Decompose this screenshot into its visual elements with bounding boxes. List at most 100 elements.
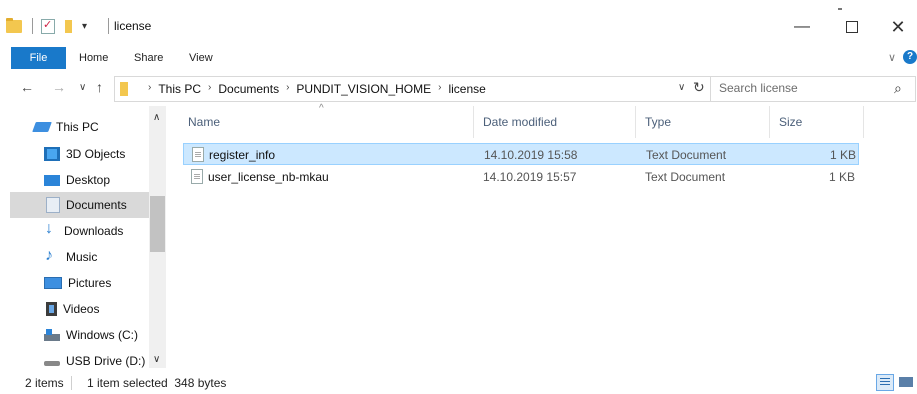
quick-access-toolbar: ▾: [6, 17, 95, 34]
scroll-up-icon[interactable]: ∧: [153, 112, 160, 123]
close-button[interactable]: ✕: [878, 14, 917, 40]
tab-file[interactable]: File: [11, 47, 66, 69]
sidebar-item-3d-objects[interactable]: 3D Objects: [44, 141, 149, 167]
search-icon[interactable]: ⌕: [894, 80, 902, 97]
column-divider[interactable]: [635, 106, 636, 138]
column-header-type[interactable]: Type: [645, 115, 671, 129]
chevron-right-icon[interactable]: ›: [286, 82, 289, 96]
sidebar-item-downloads[interactable]: Downloads: [44, 218, 149, 244]
address-bar[interactable]: › This PC › Documents › PUNDIT_VISION_HO…: [114, 76, 712, 102]
sidebar-item-label: Downloads: [64, 224, 124, 238]
sidebar-item-label: Documents: [66, 198, 127, 212]
music-icon: [44, 247, 60, 265]
file-name: user_license_nb-mkau: [208, 170, 329, 184]
chevron-right-icon[interactable]: ›: [438, 82, 441, 96]
ribbon: File Home Share View ∨ ?: [0, 44, 917, 70]
back-button[interactable]: ←: [20, 79, 34, 95]
column-divider[interactable]: [473, 106, 474, 138]
sidebar-item-music[interactable]: Music: [44, 244, 149, 270]
column-divider[interactable]: [863, 106, 864, 138]
close-icon: ✕: [890, 17, 906, 37]
sidebar-item-label: Pictures: [68, 276, 112, 290]
file-date-modified: 14.10.2019 15:57: [483, 170, 577, 184]
sidebar-item-label: This PC: [56, 120, 99, 134]
status-divider: [71, 376, 72, 390]
sidebar-item-label: 3D Objects: [66, 147, 126, 161]
scroll-down-icon[interactable]: ∨: [153, 354, 160, 365]
documents-icon: [46, 197, 60, 213]
new-folder-icon[interactable]: [65, 19, 72, 33]
title-bar: ▾ license — ✕: [0, 0, 917, 44]
help-icon[interactable]: ?: [903, 50, 917, 64]
tab-home[interactable]: Home: [79, 47, 108, 69]
table-row[interactable]: register_info 14.10.2019 15:58 Text Docu…: [183, 143, 859, 165]
sidebar-item-label: Music: [66, 250, 98, 264]
table-row[interactable]: user_license_nb-mkau 14.10.2019 15:57 Te…: [183, 166, 859, 188]
pictures-icon: [44, 277, 62, 289]
usb-drive-icon: [44, 361, 60, 366]
sidebar-item-this-pc[interactable]: This PC: [32, 114, 146, 140]
file-name: register_info: [209, 148, 276, 162]
tab-share[interactable]: Share: [134, 47, 163, 69]
sidebar-item-usb-drive-d[interactable]: USB Drive (D:): [44, 348, 149, 368]
breadcrumb-documents[interactable]: Documents: [218, 82, 279, 96]
search-input[interactable]: [719, 80, 879, 96]
toolbar-divider: [32, 18, 33, 34]
chevron-down-icon[interactable]: ∨: [888, 51, 896, 64]
computer-icon: [32, 122, 52, 132]
window-title: license: [114, 19, 152, 33]
breadcrumb-this-pc[interactable]: This PC: [158, 82, 201, 96]
videos-icon: [46, 302, 57, 316]
file-type: Text Document: [645, 170, 726, 184]
details-view-icon[interactable]: [876, 374, 894, 391]
up-button[interactable]: ↑: [96, 79, 103, 95]
chevron-right-icon[interactable]: ›: [208, 82, 211, 96]
item-count: 2 items: [25, 376, 64, 390]
navigation-pane-scrollbar[interactable]: ∧ ∨: [149, 106, 166, 368]
file-list: ^ Name Date modified Type Size register_…: [166, 103, 917, 368]
sort-ascending-icon: ^: [319, 103, 324, 114]
drive-icon: [44, 328, 60, 341]
column-header-name[interactable]: Name: [188, 115, 220, 129]
file-size: 1 KB: [828, 170, 855, 184]
folder-icon: [6, 17, 22, 33]
sidebar-item-pictures[interactable]: Pictures: [44, 270, 149, 296]
sidebar-item-documents[interactable]: Documents: [10, 192, 149, 218]
address-history-dropdown-icon[interactable]: ∨: [678, 82, 685, 93]
tab-view[interactable]: View: [189, 47, 213, 69]
properties-icon[interactable]: [41, 18, 55, 34]
downloads-icon: [44, 220, 58, 238]
sidebar-item-desktop[interactable]: Desktop: [44, 167, 149, 193]
maximize-button[interactable]: [832, 14, 872, 40]
breadcrumb-pundit-vision-home[interactable]: PUNDIT_VISION_HOME: [296, 82, 431, 96]
maximize-icon: [846, 20, 858, 33]
customize-toolbar-dropdown-icon[interactable]: ▾: [82, 21, 87, 32]
file-type: Text Document: [646, 148, 727, 162]
sidebar-item-label: Videos: [63, 302, 100, 316]
desktop-icon: [44, 174, 60, 186]
column-divider[interactable]: [769, 106, 770, 138]
recent-locations-dropdown[interactable]: ∨: [79, 82, 86, 93]
column-header-date-modified[interactable]: Date modified: [483, 115, 557, 129]
chevron-right-icon[interactable]: ›: [148, 82, 151, 96]
sidebar-item-label: USB Drive (D:): [66, 354, 146, 368]
scrollbar-thumb[interactable]: [150, 196, 165, 252]
column-header-size[interactable]: Size: [779, 115, 802, 129]
search-box[interactable]: ⌕: [710, 76, 916, 102]
sidebar-item-videos[interactable]: Videos: [44, 296, 149, 322]
breadcrumb-license[interactable]: license: [448, 82, 485, 96]
window-handle: [838, 8, 842, 10]
selection-info: 1 item selected 348 bytes: [87, 376, 227, 390]
text-file-icon: [191, 169, 203, 184]
navigation-bar: ← → ∨ ↑ › This PC › Documents › PUNDIT_V…: [0, 70, 917, 106]
large-icons-view-icon[interactable]: [898, 375, 914, 389]
text-file-icon: [192, 147, 204, 162]
sidebar-item-windows-c[interactable]: Windows (C:): [44, 322, 149, 348]
refresh-icon[interactable]: ↻: [693, 79, 705, 96]
navigation-pane: This PC 3D Objects Desktop Documents Dow…: [0, 106, 166, 368]
file-size: 1 KB: [829, 148, 856, 162]
3d-objects-icon: [44, 147, 60, 161]
minimize-button[interactable]: —: [782, 14, 822, 40]
forward-button[interactable]: →: [52, 79, 66, 95]
sidebar-item-label: Desktop: [66, 173, 111, 187]
